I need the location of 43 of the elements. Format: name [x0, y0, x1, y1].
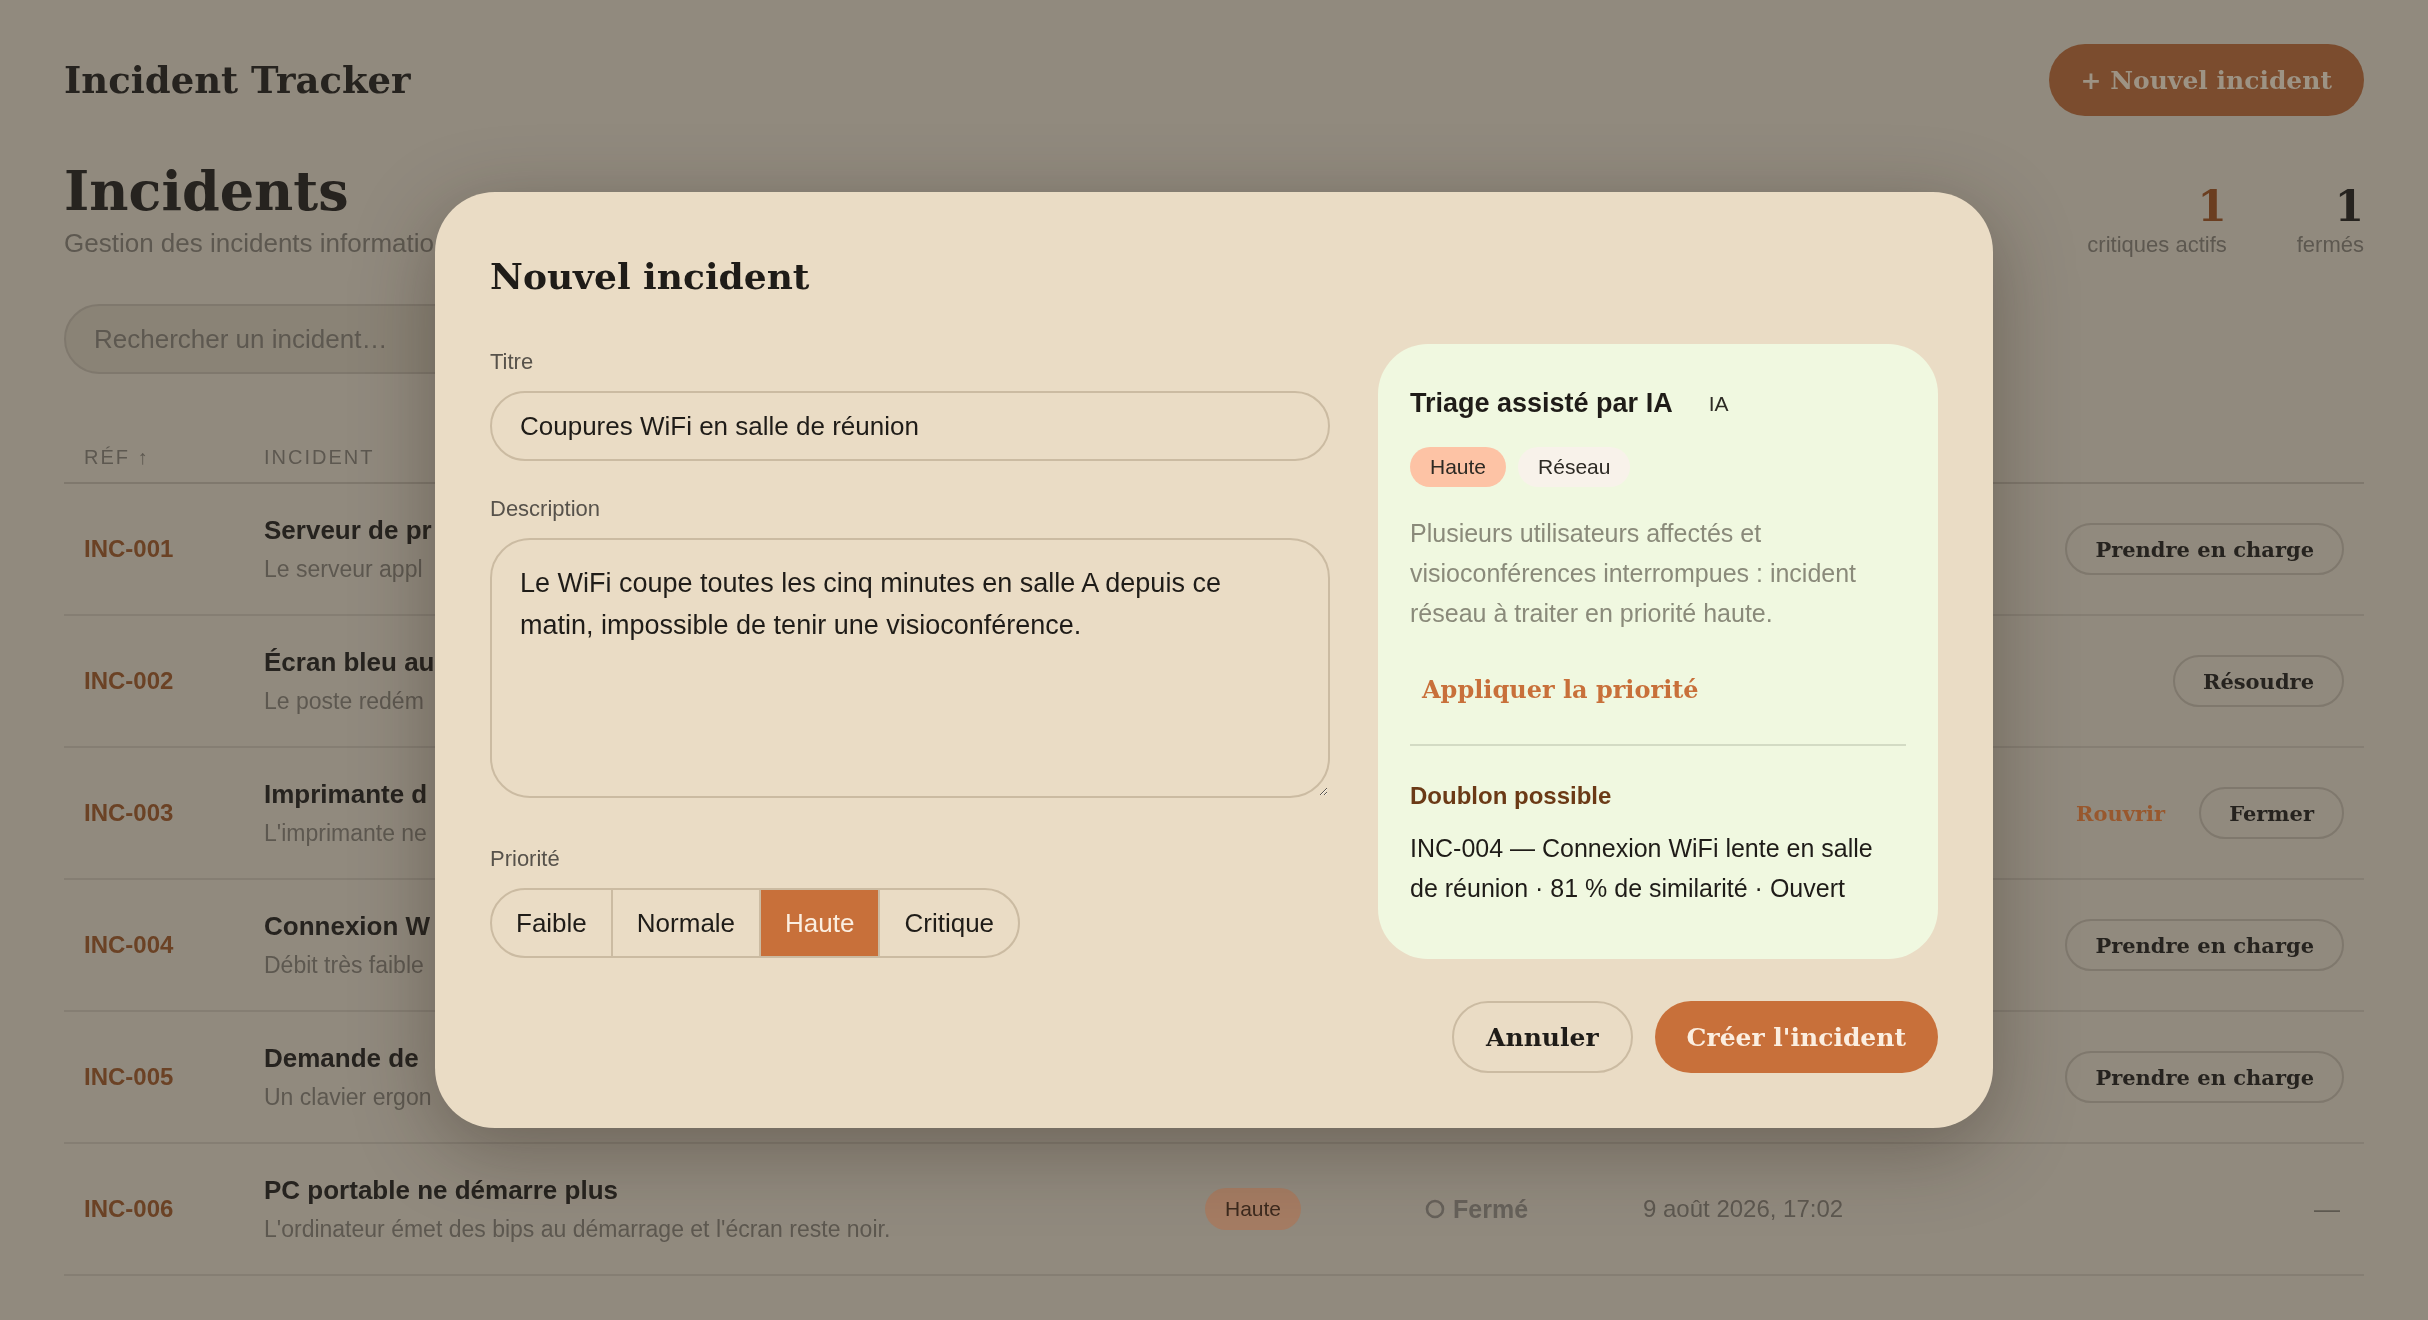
tag-chip: Haute: [1410, 447, 1507, 487]
incident-title: Connexion W: [264, 911, 431, 942]
description-textarea[interactable]: Le WiFi coupe toutes les cinq minutes en salle A depuis ce matin, impossible de tenir une visioconférence.: [490, 538, 1330, 798]
incident-title: Demande de: [264, 1043, 419, 1074]
triage-summary: Plusieurs utilisateurs affectés et visioconférences interrompues : incident réseau à traiter en priorité haute.: [1410, 518, 1858, 629]
priority-option[interactable]: Haute: [761, 890, 881, 956]
new-incident-button[interactable]: + Nouvel incident: [2048, 44, 2364, 116]
action-button[interactable]: Prendre en charge: [2065, 919, 2344, 971]
action-button[interactable]: Fermer: [2199, 787, 2344, 839]
stat-value: 1: [2197, 182, 2227, 232]
field-label: Priorité: [490, 846, 561, 872]
page-title: Incidents: [64, 158, 350, 225]
field-label: Description: [490, 496, 602, 522]
incident-title: PC portable ne démarre plus: [264, 1175, 618, 1206]
incident-title: Écran bleu au: [264, 647, 435, 678]
incident-ref: INC-004: [84, 931, 175, 959]
modal-title: Nouvel incident: [490, 254, 811, 299]
create-button[interactable]: Créer l'incident: [1654, 1001, 1938, 1073]
action-button[interactable]: Prendre en charge: [2065, 1051, 2344, 1103]
incident-ref: INC-002: [84, 667, 175, 695]
action-button[interactable]: Prendre en charge: [2065, 523, 2344, 575]
incident-ref: INC-001: [84, 535, 175, 563]
title-input[interactable]: Coupures WiFi en salle de réunion: [490, 391, 1330, 461]
priority-badge: Haute: [1205, 1188, 1302, 1230]
stat-value: 1: [2334, 182, 2364, 232]
duplicate-text: INC-004 — Connexion WiFi lente en salle de réunion · 81 % de similarité · Ouvert: [1410, 833, 1874, 904]
incident-title: Imprimante d: [264, 779, 428, 810]
priority-option[interactable]: Critique: [880, 890, 1019, 956]
action-button[interactable]: Résoudre: [2172, 655, 2344, 707]
duplicate-heading: Doublon possible: [1410, 782, 1613, 810]
tag-chip: Réseau: [1518, 447, 1631, 487]
incident-ref: INC-003: [84, 799, 175, 827]
cancel-button[interactable]: Annuler: [1452, 1001, 1633, 1073]
empty-action: —: [2314, 1193, 2341, 1225]
triage-title: Triage assisté par IA: [1410, 388, 1673, 419]
incident-title: Serveur de pr: [264, 515, 432, 546]
ai-label: IA: [1708, 391, 1729, 416]
apply-priority-link[interactable]: Appliquer la priorité: [1410, 663, 1711, 716]
incident-ref: INC-005: [84, 1063, 175, 1091]
circle-icon: [1425, 1199, 1445, 1219]
incident-ref: INC-006: [84, 1195, 175, 1223]
app-title: Incident Tracker: [64, 58, 411, 102]
priority-option[interactable]: Faible: [492, 890, 613, 956]
